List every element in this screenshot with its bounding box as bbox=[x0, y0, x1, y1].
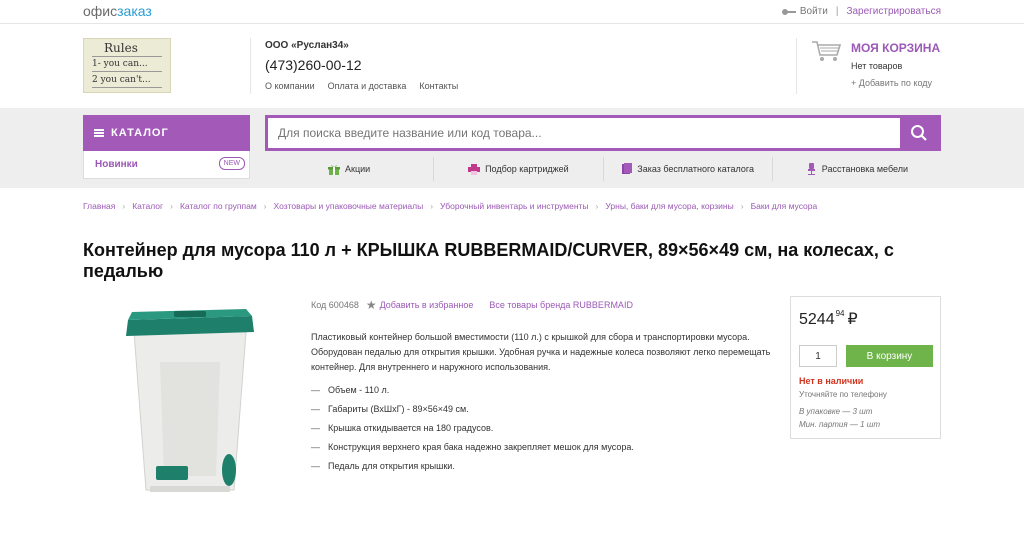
breadcrumb-item[interactable]: Главная bbox=[83, 201, 115, 211]
logo-underline bbox=[92, 87, 162, 88]
price-cents: 94 bbox=[835, 309, 845, 318]
chair-icon bbox=[807, 163, 815, 175]
new-products-link[interactable]: Новинки NEW bbox=[83, 151, 250, 179]
printer-icon bbox=[468, 163, 481, 175]
product-description: Пластиковый контейнер большой вместимост… bbox=[311, 332, 771, 372]
chevron-right-icon: › bbox=[595, 201, 599, 211]
new-badge: NEW bbox=[218, 157, 245, 170]
nav-cartridges[interactable]: Подбор картриджей bbox=[434, 157, 604, 181]
product-image[interactable] bbox=[120, 306, 260, 496]
login-link[interactable]: Войти bbox=[781, 6, 828, 17]
cart-title[interactable]: МОЯ КОРЗИНА bbox=[851, 41, 940, 55]
list-item: Крышка откидывается на 180 градусов. bbox=[311, 418, 781, 437]
price-main: 5244 bbox=[799, 311, 835, 328]
login-label: Войти bbox=[799, 6, 828, 17]
breadcrumb-item[interactable]: Каталог по группам bbox=[180, 201, 257, 211]
nav-furniture-layout[interactable]: Расстановка мебели bbox=[773, 157, 941, 181]
logo-part-office: офис bbox=[83, 3, 118, 19]
chevron-right-icon: › bbox=[430, 201, 434, 211]
quantity-field[interactable]: 1 bbox=[799, 345, 837, 367]
nav-furniture-layout-label: Расстановка мебели bbox=[821, 164, 908, 174]
logo-line-1: Rules bbox=[104, 41, 138, 55]
chevron-right-icon: › bbox=[263, 201, 267, 211]
gift-icon bbox=[328, 164, 341, 175]
cart-icon bbox=[812, 41, 841, 61]
add-to-favorites-link[interactable]: ★ Добавить в избранное bbox=[366, 298, 474, 312]
page-title: Контейнер для мусора 110 л + КРЫШКА RUBB… bbox=[83, 240, 894, 281]
company-links: О компании Оплата и доставка Контакты bbox=[265, 81, 458, 91]
search-icon bbox=[911, 125, 927, 141]
chevron-right-icon: › bbox=[170, 201, 173, 211]
favorites-label: Добавить в избранное bbox=[379, 300, 474, 310]
pack-size: В упаковке — 3 шт bbox=[799, 407, 873, 416]
list-item: Педаль для открытия крышки. bbox=[311, 456, 781, 475]
cart-widget[interactable]: МОЯ КОРЗИНА Нет товаров + Добавить по ко… bbox=[811, 38, 946, 98]
catalog-button[interactable]: КАТАЛОГ bbox=[83, 115, 250, 151]
about-link[interactable]: О компании bbox=[265, 81, 315, 91]
catalog-label: КАТАЛОГ bbox=[111, 127, 169, 139]
currency-symbol: ₽ bbox=[847, 311, 858, 328]
product-meta: Код 600468 ★ Добавить в избранное Все тов… bbox=[311, 298, 633, 312]
chevron-right-icon: › bbox=[740, 201, 744, 211]
buy-box: 524494 ₽ 1 В корзину Нет в наличии Уточня… bbox=[790, 296, 941, 439]
search-bar bbox=[265, 115, 941, 151]
breadcrumb-item[interactable]: Баки для мусора bbox=[751, 201, 818, 211]
add-to-cart-button[interactable]: В корзину bbox=[846, 345, 933, 367]
price: 524494 ₽ bbox=[799, 309, 858, 329]
nav-promotions[interactable]: Акции bbox=[265, 157, 435, 181]
search-input[interactable] bbox=[268, 118, 898, 148]
list-item: Объем - 110 л. bbox=[311, 380, 781, 399]
top-bar: офисзаказ Войти | Зарегистрироваться bbox=[0, 0, 1024, 24]
shop-logo[interactable]: Rules 1- you can... 2 you can't... bbox=[83, 38, 171, 93]
feature-list: Объем - 110 л. Габариты (ВхШхГ) - 89×56×… bbox=[311, 380, 781, 475]
min-batch: Мин. партия — 1 шт bbox=[799, 420, 881, 429]
search-button[interactable] bbox=[900, 118, 938, 148]
add-by-code-link[interactable]: + Добавить по коду bbox=[851, 78, 932, 88]
breadcrumb-item[interactable]: Хозтовары и упаковочные материалы bbox=[274, 201, 424, 211]
header: Rules 1- you can... 2 you can't... ООО «… bbox=[0, 24, 1024, 108]
star-icon: ★ bbox=[365, 298, 377, 312]
contacts-link[interactable]: Контакты bbox=[419, 81, 458, 91]
breadcrumb-item[interactable]: Каталог bbox=[132, 201, 163, 211]
breadcrumb: Главная › Каталог › Каталог по группам › Хо… bbox=[83, 201, 817, 211]
auth-separator: | bbox=[835, 6, 839, 17]
chevron-right-icon: › bbox=[122, 201, 126, 211]
logo-line-3: 2 you can't... bbox=[92, 75, 151, 85]
cart-status: Нет товаров bbox=[851, 61, 903, 71]
payment-delivery-link[interactable]: Оплата и доставка bbox=[328, 81, 407, 91]
list-item: Габариты (ВхШхГ) - 89×56×49 см. bbox=[311, 399, 781, 418]
book-icon bbox=[622, 163, 633, 174]
list-item: Конструкция верхнего края бака надежно з… bbox=[311, 437, 781, 456]
auth-links: Войти | Зарегистрироваться bbox=[781, 6, 941, 17]
company-phone: (473)260-00-12 bbox=[265, 57, 362, 73]
product-code: Код 600468 bbox=[311, 300, 359, 310]
nav-free-catalog-label: Заказ бесплатного каталога bbox=[637, 164, 754, 174]
brand-products-link[interactable]: Все товары бренда RUBBERMAID bbox=[489, 300, 633, 310]
nav-cartridges-label: Подбор картриджей bbox=[485, 164, 569, 174]
promo-nav: Акции Подбор картриджей Заказ бесплатног… bbox=[265, 157, 941, 181]
logo-part-order: заказ bbox=[117, 3, 152, 19]
nav-promotions-label: Акции bbox=[345, 164, 371, 174]
register-link[interactable]: Зарегистрироваться bbox=[846, 6, 941, 17]
company-info: ООО «Руслан34» (473)260-00-12 О компании… bbox=[265, 40, 458, 91]
divider bbox=[796, 38, 797, 94]
stock-status: Нет в наличии bbox=[799, 376, 864, 386]
company-name: ООО «Руслан34» bbox=[265, 40, 349, 51]
stock-note: Уточняйте по телефону bbox=[799, 390, 887, 399]
nav-free-catalog[interactable]: Заказ бесплатного каталога bbox=[604, 157, 773, 181]
breadcrumb-item[interactable]: Уборочный инвентарь и инструменты bbox=[440, 201, 589, 211]
breadcrumb-item[interactable]: Урны, баки для мусора, корзины bbox=[605, 201, 733, 211]
catalog-bar: КАТАЛОГ Новинки NEW Акции Подбор картридж… bbox=[0, 108, 1024, 188]
logo-line-2: 1- you can... bbox=[92, 59, 148, 69]
divider bbox=[250, 38, 251, 94]
logo-underline bbox=[92, 56, 162, 57]
menu-icon bbox=[94, 129, 104, 137]
key-icon bbox=[781, 8, 796, 15]
new-products-label: Новинки bbox=[95, 159, 138, 170]
logo-underline bbox=[92, 71, 162, 72]
site-logo[interactable]: офисзаказ bbox=[83, 3, 152, 19]
